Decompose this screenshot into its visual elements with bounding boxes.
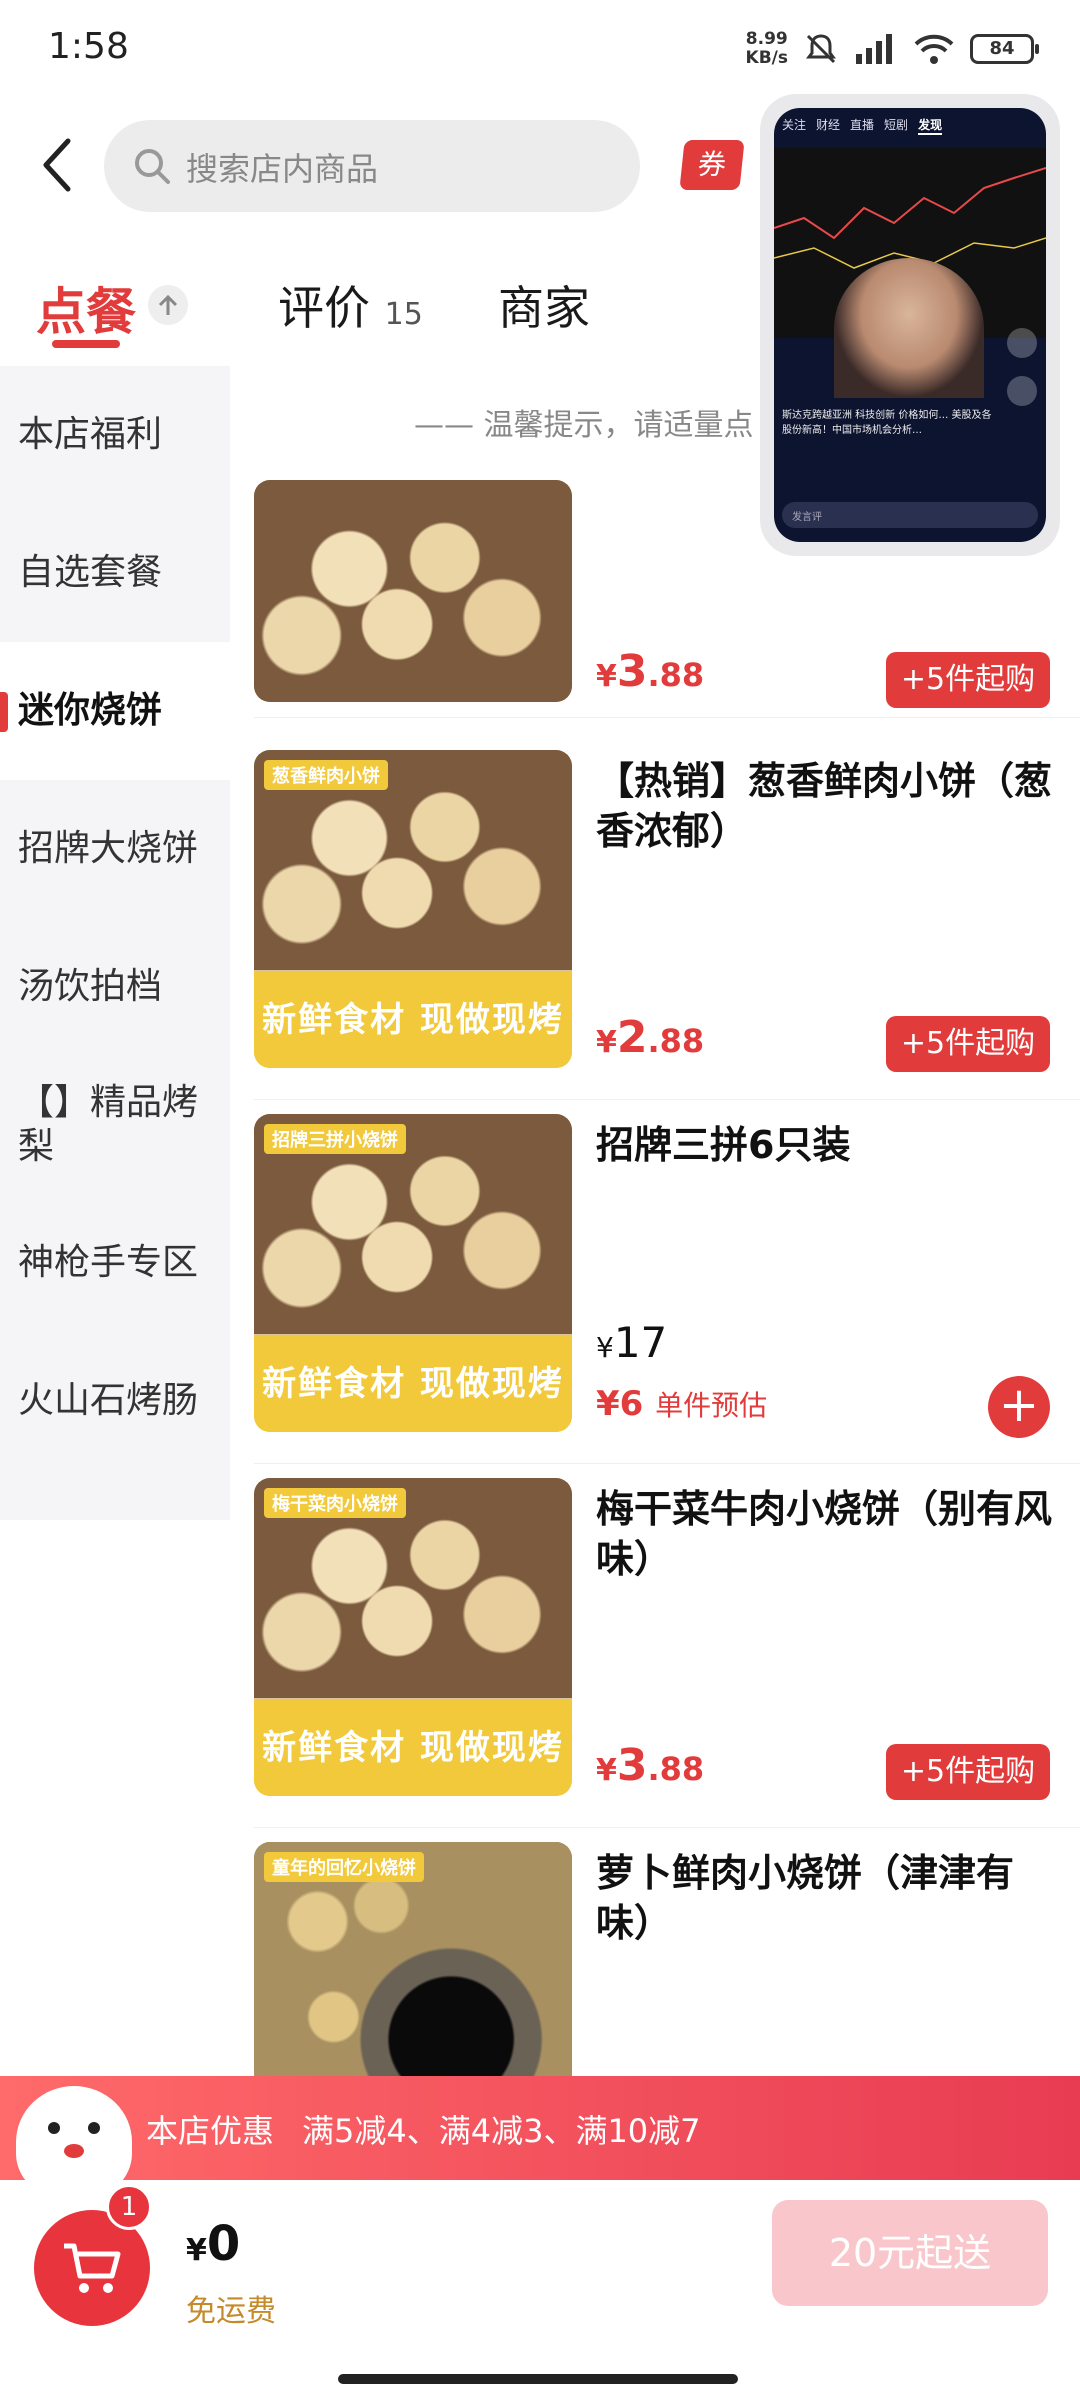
promo-text: 满5减4、满4减3、满10减7 xyxy=(302,2112,701,2150)
product-image-banner: 新鲜食材 现做现烤 xyxy=(254,1700,572,1796)
product-image-tag: 梅干菜肉小烧饼 xyxy=(264,1488,406,1518)
tab-merchant[interactable]: 商家 xyxy=(498,272,590,338)
product-image[interactable]: 招牌三拼小烧饼 新鲜食材 现做现烤 xyxy=(254,1114,572,1432)
cart-total-value: 0 xyxy=(206,2216,241,2272)
tab-active-indicator xyxy=(52,340,120,348)
streamer-image xyxy=(834,258,984,398)
video-side-actions xyxy=(1004,328,1040,406)
product-image-tag: 招牌三拼小烧饼 xyxy=(264,1124,406,1154)
price-decimal: .88 xyxy=(647,1750,705,1788)
product-image[interactable]: 童年的回忆小烧饼 xyxy=(254,1842,572,2076)
product-name: 招牌三拼6只装 xyxy=(596,1123,851,1167)
sidebar-item[interactable]: 神枪手专区 xyxy=(0,1194,230,1332)
price-integer: 3 xyxy=(616,646,648,697)
search-placeholder: 搜索店内商品 xyxy=(186,150,379,188)
product-name: 【热销】葱香鲜肉小饼（葱香浓郁） xyxy=(596,759,1053,853)
coupon-button[interactable]: 券 xyxy=(679,140,745,190)
product-price: ¥2.88 xyxy=(596,1012,704,1063)
promo-title: 本店优惠 xyxy=(146,2112,275,2150)
min-purchase-button[interactable]: +5件起购 xyxy=(886,652,1050,708)
product-price: ¥3.88 xyxy=(596,1740,704,1791)
product-estimate-price: ¥6 单件预估 xyxy=(596,1384,767,1424)
product-item[interactable]: 梅干菜肉小烧饼 新鲜食材 现做现烤 梅干菜牛肉小烧饼（别有风味） ¥3.88 +… xyxy=(254,1464,1080,1828)
price-currency: ¥ xyxy=(596,1753,617,1788)
video-tab: 短剧 xyxy=(884,118,909,132)
sidebar-item[interactable]: 自选套餐 xyxy=(0,504,230,642)
product-original-price: ¥17 xyxy=(596,1318,667,1367)
product-price: ¥3.88 xyxy=(596,646,704,697)
sidebar-item[interactable]: 汤饮拍档 xyxy=(0,918,230,1056)
collapse-icon[interactable] xyxy=(148,285,188,325)
review-count: 15 xyxy=(384,297,423,332)
back-arrow-icon[interactable] xyxy=(36,135,84,195)
price-currency: ¥ xyxy=(596,1025,617,1060)
product-name: 萝卜鲜肉小烧饼（津津有味） xyxy=(596,1851,1015,1945)
cart-count-badge: 1 xyxy=(106,2184,152,2230)
net-speed-value: 8.99 xyxy=(745,29,788,49)
sidebar-item[interactable]: 【】精品烤梨 xyxy=(0,1056,230,1194)
tab-review-label: 评价 xyxy=(278,281,370,335)
net-speed: 8.99 KB/s xyxy=(746,30,788,68)
add-to-cart-button[interactable]: + xyxy=(988,1376,1050,1438)
sidebar-item[interactable]: 本店福利 xyxy=(0,366,230,504)
video-tab: 直播 xyxy=(850,118,875,132)
min-purchase-button[interactable]: +5件起购 xyxy=(886,1744,1050,1800)
video-caption: 斯达克跨越亚洲 科技创新 价格如何… 美股及各股份新高！中国市场机会分析… xyxy=(782,410,992,436)
product-item[interactable]: 童年的回忆小烧饼 萝卜鲜肉小烧饼（津津有味） xyxy=(254,1828,1080,2076)
product-name: 梅干菜牛肉小烧饼（别有风味） xyxy=(596,1487,1053,1581)
sidebar-item[interactable]: 招牌大烧饼 xyxy=(0,780,230,918)
price-decimal: .88 xyxy=(647,1022,705,1060)
product-item[interactable]: ¥3.88 +5件起购 xyxy=(254,460,1080,718)
product-image-banner: 新鲜食材 现做现烤 xyxy=(254,1336,572,1432)
product-item[interactable]: 招牌三拼小烧饼 新鲜食材 现做现烤 招牌三拼6只装 ¥17 ¥6 单件预估 + xyxy=(254,1100,1080,1464)
mute-bell-icon xyxy=(806,34,836,64)
search-input[interactable]: 搜索店内商品 xyxy=(104,120,640,212)
price-currency: ¥ xyxy=(596,659,617,694)
like-icon[interactable] xyxy=(1007,328,1037,358)
battery-icon: 84 xyxy=(970,34,1039,64)
video-tab: 财经 xyxy=(816,118,841,132)
tab-order[interactable]: 点餐 xyxy=(36,272,136,344)
product-image-banner: 新鲜食材 现做现烤 xyxy=(254,972,572,1068)
price-integer: 3 xyxy=(616,1740,648,1791)
notice-tip: —— 温馨提示，请适量点 xyxy=(414,408,754,443)
estimate-label: 单件预估 xyxy=(655,1389,768,1422)
category-sidebar: 本店福利 自选套餐 迷你烧饼 招牌大烧饼 汤饮拍档 【】精品烤梨 神枪手专区 火… xyxy=(0,366,230,1520)
promo-bar[interactable]: 本店优惠 满5减4、满4减3、满10减7 xyxy=(0,2076,1080,2198)
shipping-info: 免运费 xyxy=(186,2294,276,2329)
product-image[interactable]: 葱香鲜肉小饼 新鲜食材 现做现烤 xyxy=(254,750,572,1068)
sidebar-item[interactable]: 火山石烤肠 xyxy=(0,1332,230,1470)
price-currency: ¥ xyxy=(596,1331,614,1364)
cart-bar: 1 ¥0 免运费 20元起送 xyxy=(0,2180,1080,2400)
product-photo xyxy=(254,480,572,702)
product-image[interactable]: 梅干菜肉小烧饼 新鲜食材 现做现烤 xyxy=(254,1478,572,1796)
product-item[interactable]: 葱香鲜肉小饼 新鲜食材 现做现烤 【热销】葱香鲜肉小饼（葱香浓郁） ¥2.88 … xyxy=(254,736,1080,1100)
sidebar-item-active[interactable]: 迷你烧饼 xyxy=(0,642,230,780)
product-image-tag: 童年的回忆小烧饼 xyxy=(264,1852,424,1882)
estimate-value: ¥6 xyxy=(596,1384,644,1424)
status-time: 1:58 xyxy=(48,26,129,67)
status-icons: 8.99 KB/s 84 xyxy=(746,30,1039,68)
status-bar: 1:58 8.99 KB/s 84 xyxy=(0,0,1080,100)
signal-icon xyxy=(856,34,892,64)
min-purchase-button[interactable]: +5件起购 xyxy=(886,1016,1050,1072)
video-tab: 关注 xyxy=(782,118,807,132)
video-tabs: 关注 财经 直播 短剧 发现 xyxy=(782,116,1038,135)
cart-total: ¥0 xyxy=(186,2216,240,2272)
checkout-button[interactable]: 20元起送 xyxy=(772,2200,1048,2306)
price-value: 17 xyxy=(613,1318,668,1367)
product-image-tag: 葱香鲜肉小饼 xyxy=(264,760,388,790)
price-integer: 2 xyxy=(616,1012,648,1063)
price-decimal: .88 xyxy=(647,656,705,694)
shopping-cart-icon xyxy=(64,2243,121,2293)
tab-review[interactable]: 评价 15 xyxy=(278,272,423,338)
search-icon xyxy=(135,149,170,184)
product-image[interactable] xyxy=(254,480,572,702)
comment-icon[interactable] xyxy=(1007,376,1037,406)
video-tab-active: 发现 xyxy=(918,116,943,135)
home-indicator[interactable] xyxy=(338,2374,738,2384)
net-speed-unit: KB/s xyxy=(745,48,788,68)
price-currency: ¥ xyxy=(186,2233,207,2268)
wifi-icon xyxy=(914,34,954,64)
